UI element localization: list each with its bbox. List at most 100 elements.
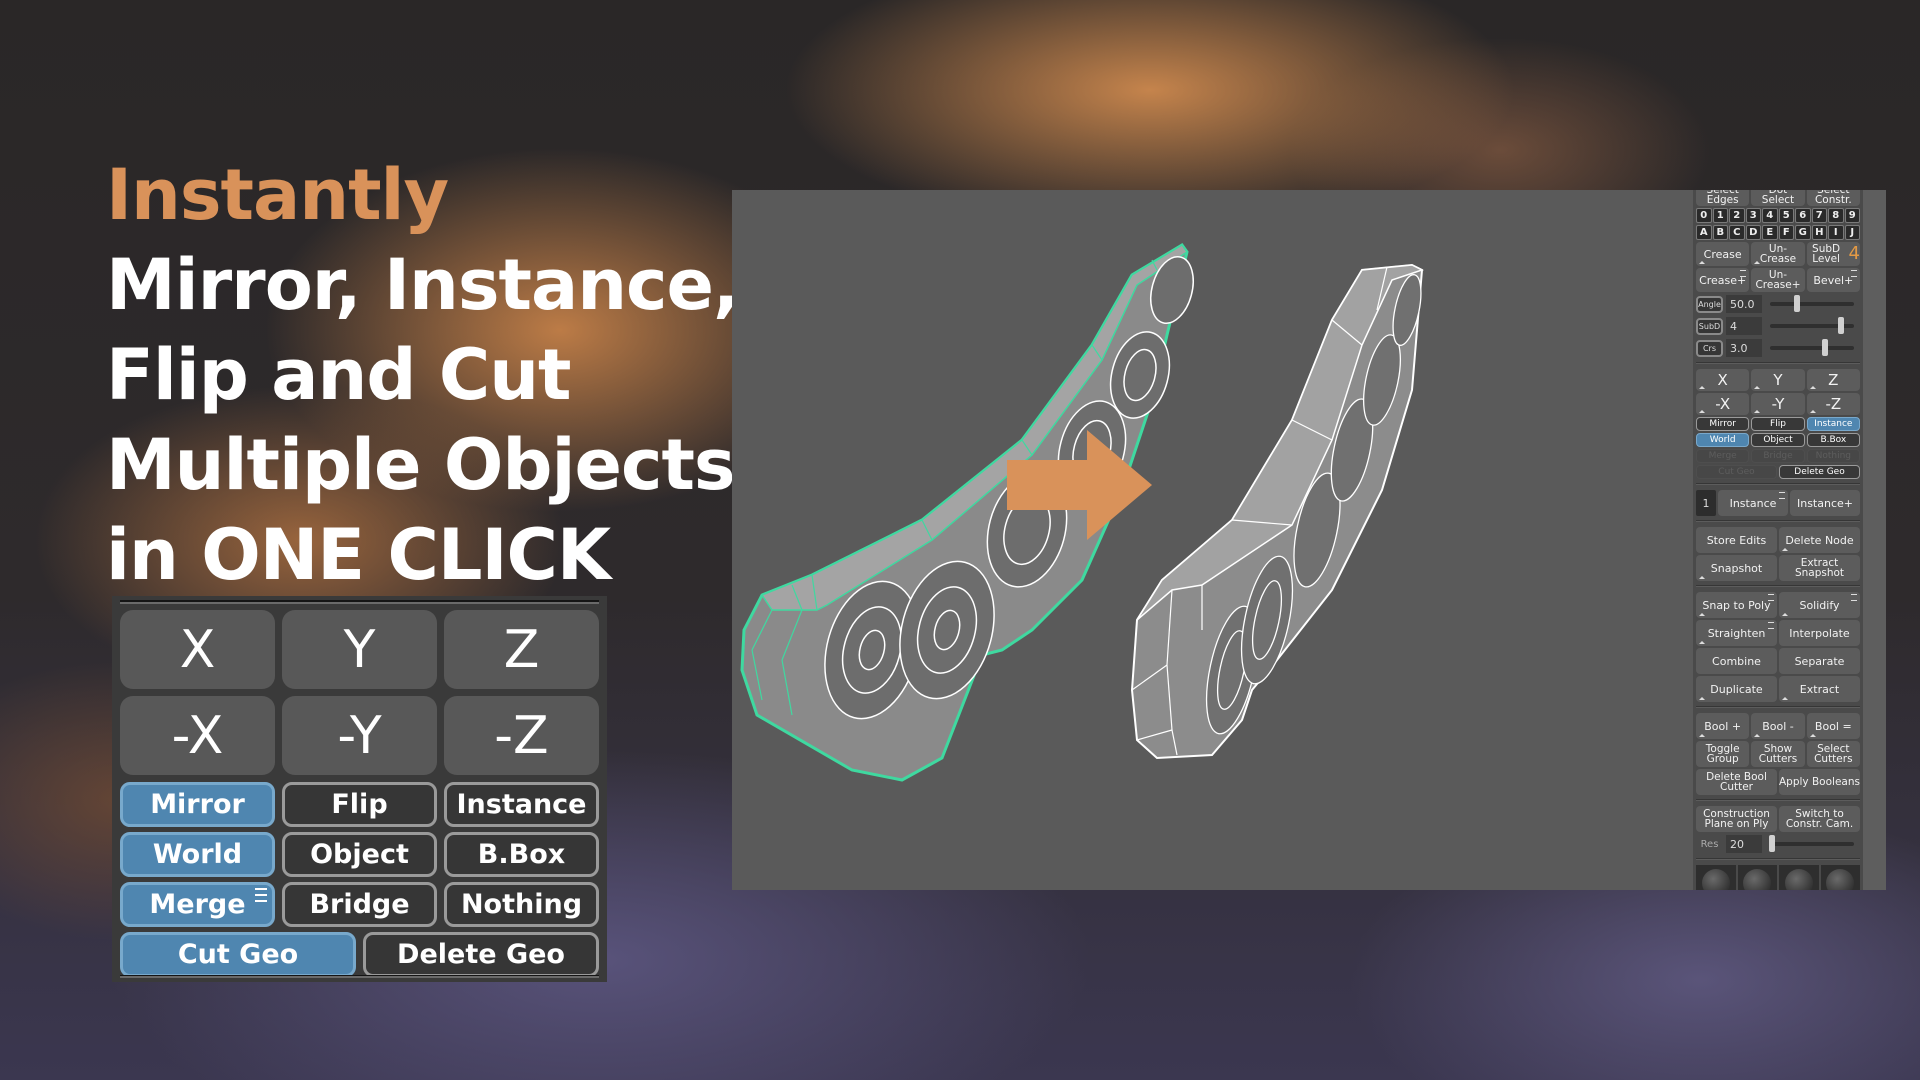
extract-snapshot-button[interactable]: Extract Snapshot [1779, 555, 1860, 581]
number-key-8[interactable]: 8 [1828, 208, 1844, 223]
show-cutters-button[interactable]: Show Cutters [1751, 741, 1805, 767]
bool-union-button[interactable]: Bool + [1696, 713, 1750, 739]
delete-node-button[interactable]: Delete Node [1779, 527, 1860, 553]
cut-geo-button[interactable]: Cut Geo [120, 932, 356, 977]
extract-button[interactable]: Extract [1779, 676, 1860, 702]
number-key-2[interactable]: 2 [1729, 208, 1745, 223]
subd-level-button[interactable]: SubD Level 4 [1806, 242, 1860, 266]
world-space-toggle[interactable]: World [1696, 433, 1750, 447]
crease-button[interactable]: Crease [1696, 242, 1750, 266]
number-key-4[interactable]: 4 [1762, 208, 1778, 223]
bool-intersect-button[interactable]: Bool = [1806, 713, 1860, 739]
straighten-button[interactable]: Straighten [1696, 620, 1777, 646]
apply-booleans-button[interactable]: Apply Booleans [1779, 769, 1860, 795]
mirror-mode-toggle[interactable]: Mirror [1696, 417, 1750, 431]
subd-slider[interactable] [1770, 317, 1854, 334]
letter-key-d[interactable]: D [1745, 225, 1761, 240]
letter-key-j[interactable]: J [1844, 225, 1860, 240]
flip-mode-button[interactable]: Flip [282, 782, 437, 827]
material-swatch[interactable] [1696, 865, 1736, 890]
uncrease-button[interactable]: Un-Crease [1751, 242, 1805, 266]
letter-key-e[interactable]: E [1762, 225, 1778, 240]
letter-key-c[interactable]: C [1729, 225, 1745, 240]
bbox-space-toggle[interactable]: B.Box [1806, 433, 1860, 447]
letter-key-a[interactable]: A [1696, 225, 1712, 240]
material-swatch[interactable] [1737, 865, 1777, 890]
res-slider[interactable] [1768, 835, 1854, 852]
crs-slider[interactable] [1770, 339, 1854, 356]
number-key-5[interactable]: 5 [1778, 208, 1794, 223]
bevel-plus-button[interactable]: Bevel+ [1806, 268, 1860, 292]
instance-button[interactable]: Instance [1718, 490, 1788, 516]
mirror-x-button[interactable]: X [1696, 369, 1750, 391]
delete-geo-toggle[interactable]: Delete Geo [1779, 465, 1860, 479]
merge-button[interactable]: Merge [120, 882, 275, 927]
flip-mode-toggle[interactable]: Flip [1751, 417, 1805, 431]
mirror-neg-y-button[interactable]: -Y [282, 696, 437, 775]
world-space-button[interactable]: World [120, 832, 275, 877]
mirror-y-button[interactable]: Y [1751, 369, 1805, 391]
number-key-3[interactable]: 3 [1745, 208, 1761, 223]
letter-key-b[interactable]: B [1712, 225, 1728, 240]
letter-key-h[interactable]: H [1811, 225, 1827, 240]
nothing-toggle[interactable]: Nothing [1806, 449, 1860, 463]
switch-constr-cam-button[interactable]: Switch to Constr. Cam. [1779, 806, 1860, 832]
mirror-mode-button[interactable]: Mirror [120, 782, 275, 827]
crs-toggle[interactable]: Crs [1696, 339, 1723, 357]
number-key-0[interactable]: 0 [1696, 208, 1712, 223]
letter-key-i[interactable]: I [1828, 225, 1844, 240]
mirror-neg-y-button[interactable]: -Y [1751, 393, 1805, 415]
delete-bool-cutter-button[interactable]: Delete Bool Cutter [1696, 769, 1777, 795]
object-space-toggle[interactable]: Object [1751, 433, 1805, 447]
bool-subtract-button[interactable]: Bool - [1751, 713, 1805, 739]
bridge-button[interactable]: Bridge [282, 882, 437, 927]
angle-toggle[interactable]: Angle [1696, 295, 1723, 313]
combine-button[interactable]: Combine [1696, 648, 1777, 674]
construction-plane-button[interactable]: Construction Plane on Ply [1696, 806, 1777, 832]
merge-toggle[interactable]: Merge [1696, 449, 1750, 463]
separate-button[interactable]: Separate [1779, 648, 1860, 674]
instance-plus-button[interactable]: Instance+ [1790, 490, 1860, 516]
crease-plus-button[interactable]: Crease+ [1696, 268, 1750, 292]
mirror-z-button[interactable]: Z [1806, 369, 1860, 391]
subd-value-field[interactable]: 4 [1726, 317, 1762, 335]
cut-geo-toggle[interactable]: Cut Geo [1696, 465, 1777, 479]
res-slider-thumb[interactable] [1768, 835, 1775, 852]
material-swatch[interactable] [1779, 865, 1819, 890]
3d-viewport[interactable]: Select Edges Dot Select Select Constr. 0… [732, 190, 1886, 890]
letter-key-f[interactable]: F [1778, 225, 1794, 240]
uncrease-plus-button[interactable]: Un-Crease+ [1751, 268, 1805, 292]
crs-value-field[interactable]: 3.0 [1726, 339, 1762, 357]
object-space-button[interactable]: Object [282, 832, 437, 877]
snap-to-poly-button[interactable]: Snap to Poly [1696, 592, 1777, 618]
angle-slider[interactable] [1770, 295, 1854, 312]
subd-toggle[interactable]: SubD [1696, 317, 1723, 335]
slider-thumb[interactable] [1793, 295, 1800, 312]
res-value-field[interactable]: 20 [1726, 835, 1762, 853]
material-swatch[interactable] [1820, 865, 1860, 890]
instance-mode-button[interactable]: Instance [444, 782, 599, 827]
mirror-neg-z-button[interactable]: -Z [444, 696, 599, 775]
solidify-button[interactable]: Solidify [1779, 592, 1860, 618]
angle-value-field[interactable]: 50.0 [1726, 295, 1762, 313]
number-key-1[interactable]: 1 [1712, 208, 1728, 223]
bridge-toggle[interactable]: Bridge [1751, 449, 1805, 463]
bbox-space-button[interactable]: B.Box [444, 832, 599, 877]
mirror-neg-x-button[interactable]: -X [1696, 393, 1750, 415]
select-constr-button[interactable]: Select Constr. [1806, 190, 1860, 206]
select-cutters-button[interactable]: Select Cutters [1806, 741, 1860, 767]
duplicate-button[interactable]: Duplicate [1696, 676, 1777, 702]
instance-count-field[interactable]: 1 [1696, 490, 1716, 516]
number-key-6[interactable]: 6 [1795, 208, 1811, 223]
panel-scrollbar[interactable] [1863, 190, 1886, 890]
slider-thumb[interactable] [1838, 317, 1845, 334]
nothing-button[interactable]: Nothing [444, 882, 599, 927]
mirror-neg-z-button[interactable]: -Z [1806, 393, 1860, 415]
select-edges-button[interactable]: Select Edges [1696, 190, 1750, 206]
delete-geo-button[interactable]: Delete Geo [363, 932, 599, 977]
instance-mode-toggle[interactable]: Instance [1806, 417, 1860, 431]
store-edits-button[interactable]: Store Edits [1696, 527, 1777, 553]
number-key-7[interactable]: 7 [1811, 208, 1827, 223]
letter-key-g[interactable]: G [1795, 225, 1811, 240]
slider-thumb[interactable] [1822, 339, 1829, 356]
